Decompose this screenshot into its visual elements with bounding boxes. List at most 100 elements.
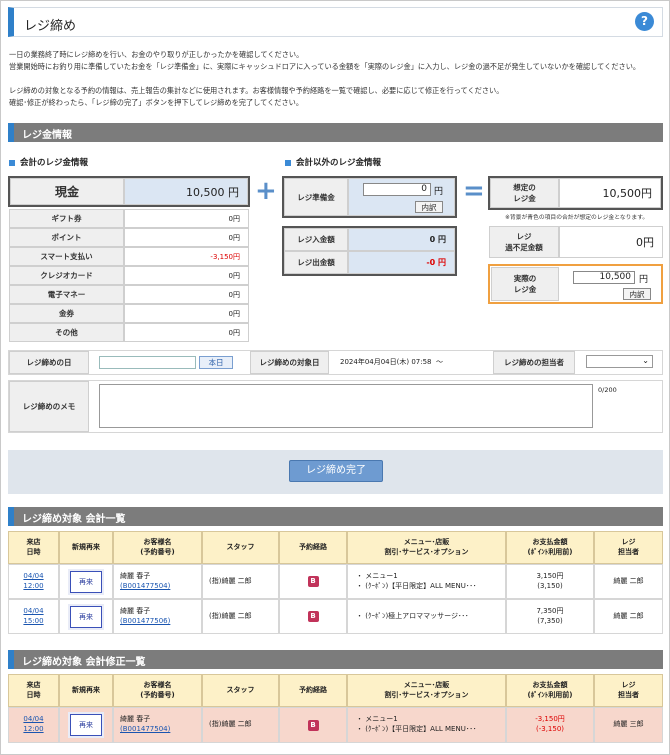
payment-value: 0円 <box>124 209 249 228</box>
register-section-title: レジ金情報 <box>22 130 72 141</box>
table-header-cell: 来店 日時 <box>8 531 59 564</box>
table-header-cell: お支払金額 (ﾎﾟｲﾝﾄ利用前) <box>506 674 594 707</box>
prep-input[interactable]: 0 <box>363 183 431 196</box>
table-header-cell: スタッフ <box>202 674 279 707</box>
staff-cell: (指)綺麗 二郎 <box>202 707 279 743</box>
intro-line-2: 営業開始時にお釣り用に準備していたお金を「レジ準備金」に、実際にキャッシュドロア… <box>9 62 641 71</box>
staff-label: レジ締めの担当者 <box>493 351 575 374</box>
table-header-cell: 予約経路 <box>279 674 347 707</box>
memo-textarea[interactable] <box>99 384 593 428</box>
payment-label: クレジオカード <box>9 266 124 285</box>
non-accounting-subtitle: 会計以外のレジ金情報 <box>285 156 381 168</box>
close-date-input[interactable] <box>99 356 196 369</box>
diff-label: レジ 過不足金額 <box>489 226 559 258</box>
menu-cell: ・ メニュー1 ・ (ｸｰﾎﾟﾝ)【平日限定】ALL MENU･･･ <box>347 707 506 743</box>
intro-line-4: 確認･修正が終わったら、「レジ締の完了」ボタンを押下してレジ締めを完了してくださ… <box>9 98 304 107</box>
amount-before-points: (-3,150) <box>535 725 565 733</box>
customer-cell: 綺麗 春子 (B001477504) <box>113 564 202 599</box>
staff-select[interactable]: ⌄ <box>586 355 653 368</box>
table-header-cell: 来店 日時 <box>8 674 59 707</box>
deposit-value: 0 円 <box>348 228 455 251</box>
reservation-route-icon: B <box>307 576 319 587</box>
table-header-cell: レジ 担当者 <box>594 674 663 707</box>
actual-input[interactable]: 10,500 <box>573 271 635 284</box>
payment-value: 0円 <box>124 323 249 342</box>
reservation-number-link[interactable]: (B001477506) <box>120 617 170 627</box>
payment-label: ギフト券 <box>9 209 124 228</box>
target-date-value: 2024年04月04日(木) 07:58 ～ <box>340 358 443 366</box>
reservation-route-icon: B <box>307 611 319 622</box>
withdraw-value: -0 円 <box>348 251 455 274</box>
amount-before-points: (3,150) <box>537 581 563 590</box>
withdraw-label: レジ出金額 <box>284 251 348 274</box>
visit-date-link[interactable]: 04/04 <box>23 715 43 725</box>
actual-breakdown-button[interactable]: 内訳 <box>623 288 651 300</box>
equals-icon: = <box>463 176 485 206</box>
payment-value: 0円 <box>124 228 249 247</box>
visit-time-link[interactable]: 15:00 <box>23 617 43 627</box>
visit-datetime: 04/04 12:00 <box>8 707 59 743</box>
visit-date-link[interactable]: 04/04 <box>23 572 43 582</box>
customer-name: 綺麗 春子 <box>120 606 151 615</box>
visit-time-link[interactable]: 12:00 <box>23 582 43 592</box>
menu-item: ・ メニュー1 <box>356 715 398 724</box>
visit-type-cell: 再来 <box>59 599 113 634</box>
visit-time-link[interactable]: 12:00 <box>23 725 43 735</box>
visit-type-badge[interactable]: 再来 <box>70 605 102 628</box>
table-header-cell: レジ 担当者 <box>594 531 663 564</box>
amount-cell: -3,150円 (-3,150) <box>506 707 594 743</box>
table-header-cell: 新規再来 <box>59 674 113 707</box>
page-title: レジ締め <box>24 19 77 34</box>
amount-cell: 7,350円 (7,350) <box>506 599 594 634</box>
visit-type-badge[interactable]: 再来 <box>70 570 102 593</box>
menu-item: ・ (ｸｰﾎﾟﾝ)極上アロママッサージ･･･ <box>356 611 469 620</box>
table-header-cell: 予約経路 <box>279 531 347 564</box>
payment-value: 0円 <box>124 285 249 304</box>
target-date-label: レジ締めの対象日 <box>250 351 329 374</box>
reservation-number-link[interactable]: (B001477504) <box>120 725 170 735</box>
reservation-route-icon: B <box>307 719 319 731</box>
visit-date-link[interactable]: 04/04 <box>23 607 43 617</box>
amount-value: 7,350円 <box>536 606 564 615</box>
prep-yen: 円 <box>434 187 444 197</box>
expected-value: 10,500円 <box>559 178 661 208</box>
amount-before-points: (7,350) <box>537 616 563 625</box>
route-cell: B <box>279 564 347 599</box>
cashier-cell: 綺麗 三郎 <box>594 707 663 743</box>
payment-label: その他 <box>9 323 124 342</box>
payment-label: ポイント <box>9 228 124 247</box>
menu-cell: ・ (ｸｰﾎﾟﾝ)極上アロママッサージ･･･ <box>347 599 506 634</box>
list2-header: レジ締め対象 会計修正一覧 <box>8 650 663 669</box>
staff-cell: (指)綺麗 二郎 <box>202 599 279 634</box>
help-icon[interactable]: ? <box>635 12 654 31</box>
list1-title: レジ締め対象 会計一覧 <box>22 514 126 525</box>
amount-cell: 3,150円 (3,150) <box>506 564 594 599</box>
amount-value: -3,150円 <box>535 715 565 724</box>
visit-type-badge[interactable]: 再来 <box>70 714 102 736</box>
payment-value: -3,150円 <box>124 247 249 266</box>
list1-header: レジ締め対象 会計一覧 <box>8 507 663 526</box>
reservation-number-link[interactable]: (B001477504) <box>120 582 170 592</box>
actual-yen: 円 <box>639 275 649 285</box>
payment-label: 金券 <box>9 304 124 323</box>
table-header-cell: 新規再来 <box>59 531 113 564</box>
register-section-header: レジ金情報 <box>8 123 663 142</box>
close-date-label: レジ締めの日 <box>9 351 89 374</box>
customer-cell: 綺麗 春子 (B001477506) <box>113 599 202 634</box>
customer-name: 綺麗 春子 <box>120 715 151 724</box>
visit-datetime: 04/04 15:00 <box>8 599 59 634</box>
route-cell: B <box>279 707 347 743</box>
prep-label: レジ準備金 <box>284 178 348 216</box>
payment-value: 0円 <box>124 304 249 323</box>
table-header-cell: お客様名 (予約番号) <box>113 531 202 564</box>
menu-cell: ・ メニュー1 ・ (ｸｰﾎﾟﾝ)【平日限定】ALL MENU･･･ <box>347 564 506 599</box>
complete-button[interactable]: レジ締め完了 <box>289 460 383 482</box>
list2-title: レジ締め対象 会計修正一覧 <box>22 657 146 668</box>
payment-value: 0円 <box>124 266 249 285</box>
today-button[interactable]: 本日 <box>199 356 233 369</box>
deposit-label: レジ入金額 <box>284 228 348 251</box>
expected-note: ※背景が青色の項目の合計が想定のレジ金となります。 <box>505 215 649 221</box>
visit-type-cell: 再来 <box>59 564 113 599</box>
table-header-cell: お客様名 (予約番号) <box>113 674 202 707</box>
prep-breakdown-button[interactable]: 内訳 <box>415 201 443 213</box>
